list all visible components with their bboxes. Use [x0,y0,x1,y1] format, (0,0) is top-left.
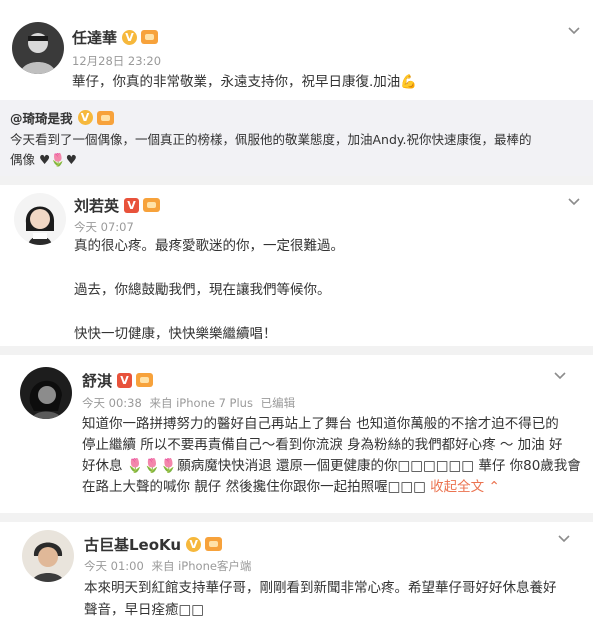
repost-text: 今天看到了一個偶像，一個真正的榜樣，佩服他的敬業態度，加油Andy.祝你快速康復… [10,130,575,170]
verified-v-icon: V [122,29,138,45]
post-text-line: 華仔，你真的非常敬業，永遠支持你，祝早日康復.加油💪 [72,74,418,90]
username[interactable]: 古巨基LeoKu [84,534,181,555]
avatar-photo [20,367,72,419]
post-text-line: 真的很心疼。最疼愛歌迷的你，一定很難過。 [74,238,344,254]
post-divider [0,346,593,355]
post-text-line: 過去，你總鼓勵我們，現在讓我們等候你。 [74,282,331,298]
post-text-line: 本來明天到紅館支持華仔哥，剛剛看到新聞非常心疼。希望華仔哥好好休息養好 [84,580,557,596]
post-text-line: 知道你一路拼搏努力的醫好自己再站上了舞台 也知道你萬般的不捨才迫不得已的 [82,416,559,432]
username[interactable]: 任達華 [72,27,117,48]
repost-username[interactable]: @琦琦是我 [10,108,73,127]
post-time[interactable]: 今天 01:00 [84,559,144,573]
chevron-down-icon[interactable] [566,22,582,38]
username[interactable]: 舒淇 [82,370,112,391]
avatar[interactable] [14,193,66,245]
post-source[interactable]: 来自 iPhone 7 Plus [149,396,253,410]
member-crown-icon [96,110,114,125]
avatar-photo [22,530,74,582]
post-text: 真的很心疼。最疼愛歌迷的你，一定很難過。 過去，你總鼓勵我們，現在讓我們等候你。… [74,236,344,344]
post-card: 舒淇 V 今天 00:38 来自 iPhone 7 Plus 已编辑 知道你一路… [0,355,593,513]
verified-v-icon: V [124,197,140,213]
post-card: 刘若英 V 今天 07:07 真的很心疼。最疼愛歌迷的你，一定很難過。 過去，你… [0,185,593,346]
post-text-line: 快快一切健康，快快樂樂繼續唱！ [74,326,277,342]
avatar[interactable] [20,367,72,419]
post-text: 知道你一路拼搏努力的醫好自己再站上了舞台 也知道你萬般的不捨才迫不得已的 停止繼… [82,414,581,498]
verified-v-icon: V [77,110,93,125]
post-text: 華仔，你真的非常敬業，永遠支持你，祝早日康復.加油💪 [72,72,417,92]
avatar[interactable] [12,22,64,74]
verified-v-icon: V [186,536,202,552]
member-crown-icon [143,198,161,212]
verified-v-icon: V [117,372,133,388]
post-text-line [74,256,344,280]
post-text-line-last: 在路上大聲的喊你 靚仔 然後攙住你跟你一起拍照喔□□□ 收起全文 ⌃ [82,477,581,498]
avatar[interactable] [22,530,74,582]
post-card: 古巨基LeoKu V 今天 01:00 来自 iPhone客户端 本來明天到紅館… [0,522,593,626]
post-card: 任達華 V 12月28日 23:20 華仔，你真的非常敬業，永遠支持你，祝早日康… [0,0,593,176]
chevron-down-icon[interactable] [552,367,568,383]
avatar-photo [14,193,66,245]
chevron-down-icon[interactable] [556,530,572,546]
post-divider [0,176,593,185]
post-text-line: 在路上大聲的喊你 靚仔 然後攙住你跟你一起拍照喔□□□ [82,479,426,495]
post-text-line: 好休息 🌷🌷🌷願病魔快快消退 還原一個更健康的你□□□□□□ 華仔 你80歲我會 [82,458,581,474]
member-crown-icon [205,537,223,551]
member-crown-icon [136,373,154,387]
collapse-link[interactable]: 收起全文 ⌃ [430,479,500,495]
post-time[interactable]: 12月28日 23:20 [72,54,161,68]
repost-text-line: 偶像 ♥🌷♥ [10,152,77,167]
post-text-line: 聲音，早日痊癒□□ [84,602,205,618]
member-crown-icon [141,30,159,44]
post-text-line: 停止繼續 所以不要再責備自己～看到你流淚 身為粉絲的我們都好心疼 ～ 加油 好 [82,437,563,453]
chevron-down-icon[interactable] [566,193,582,209]
username[interactable]: 刘若英 [74,195,119,216]
edited-label[interactable]: 已编辑 [261,396,296,410]
avatar-photo [12,22,64,74]
post-text-line [74,300,344,324]
repost-text-line: 今天看到了一個偶像，一個真正的榜樣，佩服他的敬業態度，加油Andy.祝你快速康復… [10,132,532,147]
post-time[interactable]: 今天 07:07 [74,220,134,234]
post-time[interactable]: 今天 00:38 [82,396,142,410]
repost-box[interactable]: @琦琦是我 V 今天看到了一個偶像，一個真正的榜樣，佩服他的敬業態度，加油And… [0,100,593,176]
post-source[interactable]: 来自 iPhone客户端 [151,559,251,573]
post-text: 本來明天到紅館支持華仔哥，剛剛看到新聞非常心疼。希望華仔哥好好休息養好 聲音，早… [84,577,557,621]
post-divider [0,513,593,522]
